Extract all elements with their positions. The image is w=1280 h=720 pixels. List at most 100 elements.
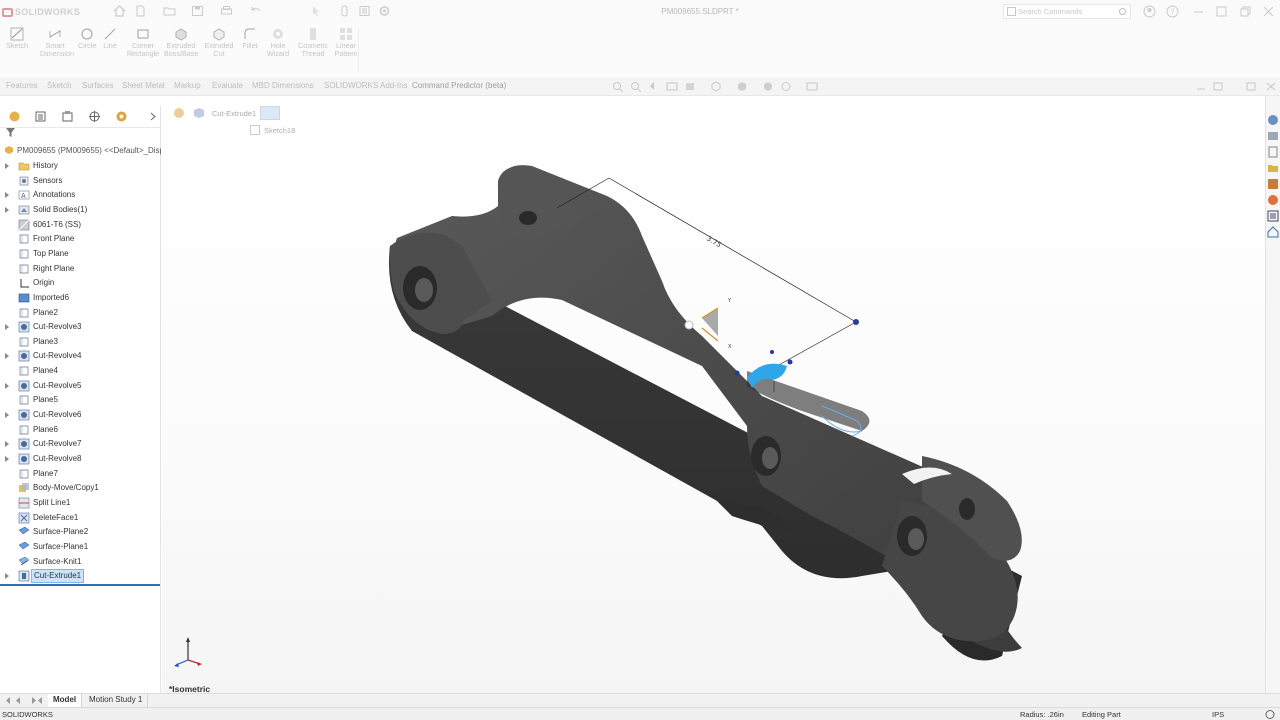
design-library-icon[interactable] xyxy=(1267,130,1279,142)
sketch-breadcrumb[interactable]: Sketch18 xyxy=(250,125,295,135)
breadcrumb-cut-extrude[interactable]: Cut-Extrude1 xyxy=(212,109,256,118)
search-input[interactable] xyxy=(1018,6,1114,17)
command-extruded-cut-button[interactable]: Extruded Cut xyxy=(204,27,234,58)
tab-features[interactable]: Features xyxy=(6,81,38,90)
tree-item-sensors[interactable]: Sensors xyxy=(0,174,160,188)
tree-item-plane7[interactable]: Plane7 xyxy=(0,467,160,481)
tree-item-front-plane[interactable]: Front Plane xyxy=(0,232,160,246)
viewport-close-icon[interactable] xyxy=(1265,81,1277,92)
tree-item-cut-revolve6[interactable]: Cut-Revolve6 xyxy=(0,408,160,422)
home-task-icon[interactable] xyxy=(1267,226,1279,238)
tree-item-cut-revolve3[interactable]: Cut-Revolve3 xyxy=(0,320,160,334)
viewport-restore-icon[interactable] xyxy=(1212,81,1224,92)
tree-item-surface-plane1[interactable]: Surface-Plane1 xyxy=(0,540,160,554)
home-icon[interactable] xyxy=(113,5,126,17)
displaymanager-tab-icon[interactable] xyxy=(115,110,128,123)
tab-mbd-dimensions[interactable]: MBD Dimensions xyxy=(252,81,314,90)
tree-item-plane3[interactable]: Plane3 xyxy=(0,335,160,349)
expand-tabs-chevron-icon[interactable] xyxy=(146,110,159,123)
featuremanager-tab-icon[interactable] xyxy=(8,110,21,123)
edit-appearance-icon[interactable] xyxy=(780,81,792,92)
part-root-node[interactable]: PM009655 (PM009655) <<Default>_Disp xyxy=(4,145,161,159)
tree-item-plane5[interactable]: Plane5 xyxy=(0,393,160,407)
scenes-icon[interactable] xyxy=(1267,194,1279,206)
view-palette-icon[interactable] xyxy=(1267,162,1279,174)
help-icon[interactable]: ? xyxy=(1166,5,1179,18)
expand-arrow-icon[interactable] xyxy=(5,412,9,419)
expand-arrow-icon[interactable] xyxy=(5,441,9,448)
expand-arrow-icon[interactable] xyxy=(5,192,9,199)
section-view-icon[interactable] xyxy=(666,81,678,92)
help-status-icon[interactable] xyxy=(1265,710,1275,720)
expand-arrow-icon[interactable] xyxy=(5,456,9,462)
tree-item-deleteface1[interactable]: DeleteFace1 xyxy=(0,511,160,525)
status-units[interactable]: IPS xyxy=(1212,710,1224,719)
tree-item-history[interactable]: History xyxy=(0,159,160,173)
command-cosmetic-thread-button[interactable]: Cosmetic Thread xyxy=(296,27,330,58)
new-document-icon[interactable] xyxy=(134,5,147,17)
command-hole-wizard-button[interactable]: Hole Wizard xyxy=(266,27,290,58)
custom-properties-icon[interactable] xyxy=(1267,210,1279,222)
dynamic-annotation-icon[interactable] xyxy=(684,81,696,92)
tree-item-top-plane[interactable]: Top Plane xyxy=(0,247,160,261)
bottom-tab-motion-study-1[interactable]: Motion Study 1 xyxy=(84,694,149,707)
user-account-icon[interactable] xyxy=(1143,5,1156,18)
tree-item-cut-revolve7[interactable]: Cut-Revolve7 xyxy=(0,437,160,451)
dimxpert-tab-icon[interactable] xyxy=(88,110,101,123)
tree-item-split-line1[interactable]: Split Line1 xyxy=(0,496,160,510)
tab-command-predictor-beta[interactable]: Command Predictor (beta) xyxy=(412,81,506,90)
command-smart-dimension-button[interactable]: Smart Dimension xyxy=(40,27,74,58)
tree-item-right-plane[interactable]: Right Plane xyxy=(0,262,160,276)
tree-item-plane4[interactable]: Plane4 xyxy=(0,364,160,378)
tab-markup[interactable]: Markup xyxy=(174,81,201,90)
previous-view-icon[interactable] xyxy=(648,81,660,92)
tab-scroll-arrows-icon[interactable] xyxy=(4,696,44,705)
hide-show-items-icon[interactable] xyxy=(762,81,774,92)
expand-arrow-icon[interactable] xyxy=(5,573,9,580)
print-icon[interactable] xyxy=(220,5,233,17)
solidworks-resources-icon[interactable] xyxy=(1267,114,1279,126)
open-folder-icon[interactable] xyxy=(163,5,176,17)
close-icon[interactable] xyxy=(1262,5,1275,18)
tree-item-cut-extrude1[interactable]: Cut-Extrude1 xyxy=(0,569,160,584)
search-commands[interactable] xyxy=(1003,4,1131,19)
view-orientation-icon[interactable] xyxy=(710,81,722,92)
file-properties-icon[interactable] xyxy=(358,5,371,17)
viewport-minimize-icon[interactable] xyxy=(1195,81,1207,92)
zoom-area-icon[interactable] xyxy=(630,81,642,93)
command-circle-button[interactable]: Circle xyxy=(78,27,96,50)
filter-icon[interactable] xyxy=(6,128,15,137)
restore-icon[interactable] xyxy=(1239,5,1252,18)
graphics-area[interactable]: 3.75 Y X Cut-Extrude1 Sketch18 *Isometri… xyxy=(162,96,1265,693)
tree-item-origin[interactable]: Origin xyxy=(0,276,160,290)
viewport-tile-icon[interactable] xyxy=(1245,81,1257,92)
undo-icon[interactable] xyxy=(249,5,262,17)
appearances-icon[interactable] xyxy=(1267,178,1279,190)
tree-item-cut-revolve4[interactable]: Cut-Revolve4 xyxy=(0,349,160,363)
tree-item-surface-knit1[interactable]: Surface-Knit1 xyxy=(0,555,160,569)
command-sketch-button[interactable]: Sketch xyxy=(4,27,30,50)
tree-item-solid-bodies-1[interactable]: Solid Bodies(1) xyxy=(0,203,160,217)
breadcrumb-sketch-toggle[interactable] xyxy=(260,106,281,120)
rebuild-icon[interactable] xyxy=(338,5,351,17)
tab-sheet-metal[interactable]: Sheet Metal xyxy=(122,81,165,90)
tree-item-annotations[interactable]: A Annotations xyxy=(0,188,160,202)
display-style-icon[interactable] xyxy=(736,81,748,92)
configurationmanager-tab-icon[interactable] xyxy=(61,110,74,123)
tab-solidworks-add-ins[interactable]: SOLIDWORKS Add-Ins xyxy=(324,81,408,90)
expand-arrow-icon[interactable] xyxy=(5,206,9,213)
tree-item-cut-revolve5[interactable]: Cut-Revolve5 xyxy=(0,379,160,393)
solidworks-logo[interactable]: SOLIDWORKS xyxy=(2,5,80,19)
tab-surfaces[interactable]: Surfaces xyxy=(82,81,114,90)
search-icon[interactable] xyxy=(1119,8,1126,15)
file-explorer-icon[interactable] xyxy=(1267,146,1279,158)
expand-arrow-icon[interactable] xyxy=(5,353,9,360)
part-breadcrumb-icon[interactable] xyxy=(172,106,186,120)
command-rectangle-button[interactable]: Corner Rectangle xyxy=(126,27,160,58)
save-icon[interactable] xyxy=(191,5,204,17)
expand-arrow-icon[interactable] xyxy=(5,163,9,169)
tree-item-6061-t6-ss[interactable]: 6061-T6 (SS) xyxy=(0,218,160,232)
tree-item-plane6[interactable]: Plane6 xyxy=(0,423,160,437)
bottom-tab-model[interactable]: Model xyxy=(48,694,83,707)
expand-arrow-icon[interactable] xyxy=(5,324,9,331)
